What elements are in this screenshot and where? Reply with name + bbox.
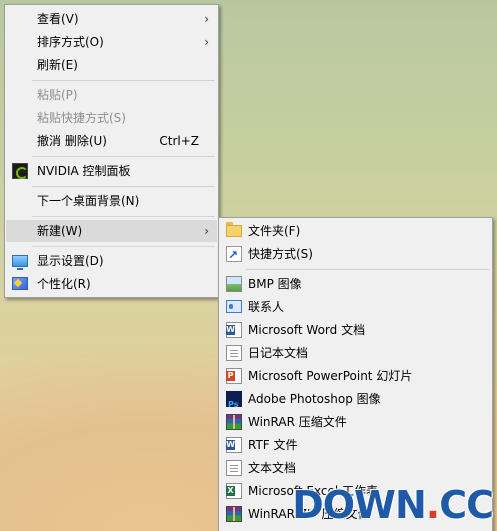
- text-document-icon: [226, 460, 242, 476]
- menu-separator: [32, 80, 215, 81]
- submenu-arrow-icon: ›: [204, 224, 209, 238]
- display-icon: [12, 255, 28, 270]
- winrar-zip-icon: [226, 506, 242, 522]
- menu-item-label: 撤消 删除(U): [37, 134, 107, 148]
- menu-separator: [32, 156, 215, 157]
- menu-item-paste-shortcut: 粘贴快捷方式(S): [6, 107, 217, 129]
- personalize-icon: [12, 277, 28, 290]
- menu-item-refresh[interactable]: 刷新(E): [6, 54, 217, 76]
- menu-item-label: 文本文档: [248, 461, 297, 475]
- excel-icon: [226, 483, 242, 499]
- menu-item-label: RTF 文件: [248, 438, 298, 452]
- menu-item-sort[interactable]: 排序方式(O) ›: [6, 31, 217, 53]
- menu-item-next-desktop-background[interactable]: 下一个桌面背景(N): [6, 190, 217, 212]
- new-item-word-document[interactable]: Microsoft Word 文档: [220, 319, 491, 341]
- menu-item-view[interactable]: 查看(V) ›: [6, 8, 217, 30]
- new-item-bmp-image[interactable]: BMP 图像: [220, 273, 491, 295]
- contact-icon: [226, 300, 242, 313]
- menu-item-label: 刷新(E): [37, 58, 78, 72]
- menu-separator: [32, 246, 215, 247]
- photoshop-icon: [226, 391, 242, 416]
- new-item-text-document[interactable]: 文本文档: [220, 457, 491, 479]
- menu-item-label: Microsoft PowerPoint 幻灯片: [248, 369, 413, 383]
- menu-item-paste: 粘贴(P): [6, 84, 217, 106]
- winrar-icon: [226, 414, 242, 430]
- menu-item-label: Microsoft Word 文档: [248, 323, 366, 337]
- menu-item-label: Adobe Photoshop 图像: [248, 392, 381, 406]
- menu-item-label: WinRAR 压缩文件: [248, 415, 347, 429]
- submenu-arrow-icon: ›: [204, 35, 209, 49]
- menu-item-label: 联系人: [248, 300, 285, 314]
- watermark-text: DOWN: [292, 483, 427, 527]
- menu-item-label: 显示设置(D): [37, 254, 104, 268]
- menu-item-display-settings[interactable]: 显示设置(D): [6, 250, 217, 272]
- watermark-logo: DOWN.CC: [292, 483, 494, 527]
- menu-item-label: 排序方式(O): [37, 35, 104, 49]
- rtf-icon: [226, 437, 242, 453]
- menu-item-new[interactable]: 新建(W) ›: [6, 220, 217, 242]
- menu-item-label: BMP 图像: [248, 277, 302, 291]
- menu-separator: [32, 216, 215, 217]
- menu-item-label: 粘贴快捷方式(S): [37, 111, 126, 125]
- menu-separator: [246, 269, 489, 270]
- desktop-context-menu: 查看(V) › 排序方式(O) › 刷新(E) 粘贴(P) 粘贴快捷方式(S) …: [4, 4, 219, 298]
- menu-item-label: 查看(V): [37, 12, 79, 26]
- menu-separator: [32, 186, 215, 187]
- new-item-powerpoint-presentation[interactable]: Microsoft PowerPoint 幻灯片: [220, 365, 491, 387]
- folder-icon: [226, 222, 242, 237]
- menu-item-personalize[interactable]: 个性化(R): [6, 273, 217, 295]
- new-item-contact[interactable]: 联系人: [220, 296, 491, 318]
- new-item-journal-document[interactable]: 日记本文档: [220, 342, 491, 364]
- menu-item-undo-delete[interactable]: 撤消 删除(U) Ctrl+Z: [6, 130, 217, 152]
- menu-item-label: 个性化(R): [37, 277, 91, 291]
- menu-item-label: 文件夹(F): [248, 224, 301, 238]
- watermark-suffix: CC: [439, 483, 494, 527]
- menu-item-shortcut: Ctrl+Z: [159, 134, 199, 148]
- new-item-photoshop-image[interactable]: Adobe Photoshop 图像: [220, 388, 491, 416]
- menu-item-label: 快捷方式(S): [248, 247, 313, 261]
- new-item-winrar-archive[interactable]: WinRAR 压缩文件: [220, 411, 491, 433]
- nvidia-icon: [12, 163, 28, 179]
- powerpoint-icon: [226, 368, 242, 384]
- new-item-rtf-file[interactable]: RTF 文件: [220, 434, 491, 456]
- menu-item-label: 新建(W): [37, 224, 83, 238]
- menu-item-label: 日记本文档: [248, 346, 309, 360]
- menu-item-label: 粘贴(P): [37, 88, 78, 102]
- word-icon: [226, 322, 242, 338]
- bmp-image-icon: [226, 276, 242, 292]
- journal-icon: [226, 345, 242, 361]
- submenu-arrow-icon: ›: [204, 12, 209, 26]
- menu-item-label: 下一个桌面背景(N): [37, 194, 140, 208]
- menu-item-label: NVIDIA 控制面板: [37, 164, 131, 178]
- watermark-dot: .: [425, 483, 440, 527]
- shortcut-icon: [226, 244, 242, 266]
- new-item-folder[interactable]: 文件夹(F): [220, 220, 491, 242]
- menu-item-nvidia-control-panel[interactable]: NVIDIA 控制面板: [6, 160, 217, 182]
- new-item-shortcut[interactable]: 快捷方式(S): [220, 243, 491, 266]
